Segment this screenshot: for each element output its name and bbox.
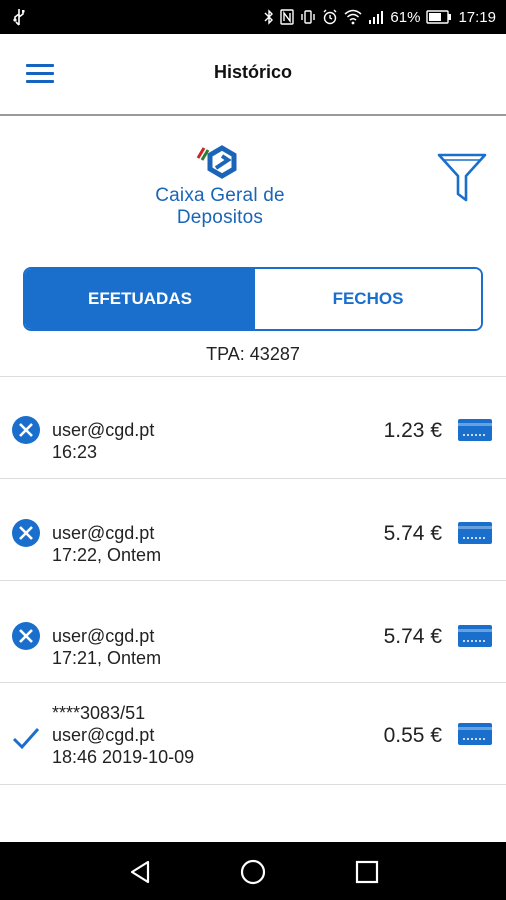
logo-text: Caixa Geral de Depositos [155, 185, 285, 228]
battery-icon [426, 10, 452, 24]
tab-bar: EFETUADAS FECHOS [23, 267, 483, 331]
transaction-amount: 5.74 € [383, 625, 442, 648]
cancelled-x-icon [12, 519, 40, 547]
transaction-time: 17:21, Ontem [52, 648, 162, 668]
usb-icon [13, 9, 25, 26]
page-title: Histórico [213, 62, 292, 82]
cgd-logo-icon [196, 145, 237, 179]
transaction-user: user@cgd.pt [52, 626, 155, 646]
transaction-card-number: ****3083/51 [52, 703, 146, 723]
transaction-row[interactable]: user@cgd.pt 17:21, Ontem 5.74 € [0, 580, 506, 682]
nfc-icon [280, 9, 295, 25]
transaction-row[interactable]: user@cgd.pt 17:22, Ontem 5.74 € [0, 478, 506, 580]
tab-efetuadas[interactable]: EFETUADAS [25, 269, 255, 329]
transaction-row[interactable]: user@cgd.pt 16:23 1.23 € [0, 376, 506, 478]
status-icons: 61% 17:19 [264, 0, 496, 34]
cancelled-x-icon [12, 416, 40, 444]
home-icon[interactable] [239, 858, 267, 886]
clock: 17:19 [458, 8, 496, 26]
transaction-time: 17:22, Ontem [52, 545, 162, 565]
back-icon[interactable] [126, 858, 154, 886]
tab-fechos[interactable]: FECHOS [255, 269, 481, 329]
vibrate-icon [301, 10, 316, 24]
transaction-time: 18:46 2019-10-09 [52, 747, 195, 767]
cancelled-x-icon [12, 622, 40, 650]
checkmark-icon [12, 728, 40, 750]
card-icon [458, 723, 492, 745]
status-bar: 61% 17:19 [0, 0, 506, 34]
filter-icon[interactable] [436, 152, 488, 204]
app-bar: Histórico [0, 34, 506, 116]
transaction-amount: 1.23 € [383, 419, 442, 442]
transaction-amount: 0.55 € [383, 724, 442, 747]
signal-icon [369, 11, 384, 24]
transaction-amount: 5.74 € [383, 522, 442, 545]
transaction-time: 16:23 [52, 442, 98, 462]
wifi-icon [344, 9, 362, 25]
tpa-label: TPA: 43287 [206, 344, 300, 364]
card-icon [458, 419, 492, 441]
battery-percent: 61% [390, 8, 421, 26]
bluetooth-icon [264, 9, 274, 25]
alarm-icon [323, 9, 337, 25]
system-nav-bar [0, 842, 506, 900]
recents-icon[interactable] [353, 858, 381, 886]
transaction-list: user@cgd.pt 16:23 1.23 € user@cgd.pt 17:… [0, 376, 506, 785]
transaction-user: user@cgd.pt [52, 523, 155, 543]
card-icon [458, 522, 492, 544]
cgd-logo: Caixa Geral de Depositos [110, 140, 330, 228]
transaction-user: user@cgd.pt [52, 725, 155, 745]
transaction-row[interactable]: ****3083/51 user@cgd.pt 18:46 2019-10-09… [0, 682, 506, 785]
card-icon [458, 625, 492, 647]
transaction-user: user@cgd.pt [52, 420, 155, 440]
